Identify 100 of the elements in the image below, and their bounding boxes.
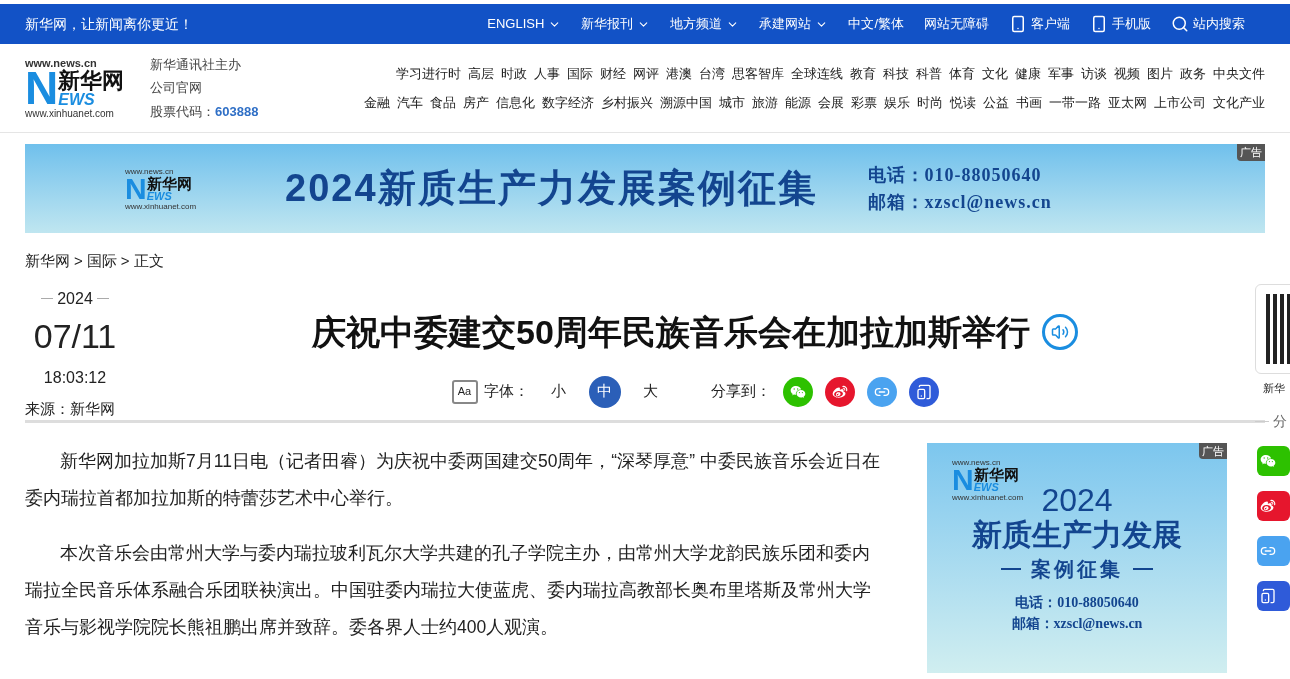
channel-link[interactable]: 健康: [1015, 64, 1041, 84]
top-nav-link[interactable]: 中文/繁体: [848, 14, 904, 34]
weibo-icon: [831, 383, 848, 400]
channel-link[interactable]: 上市公司: [1154, 92, 1206, 112]
font-size-option[interactable]: 小: [542, 375, 575, 408]
channel-link[interactable]: 全球连线: [791, 64, 843, 84]
channel-link[interactable]: 彩票: [851, 92, 877, 112]
date-year: 2024: [57, 288, 93, 309]
breadcrumb-link[interactable]: 国际: [86, 250, 117, 273]
ad-phone: 电话：010-88050640: [1015, 593, 1139, 612]
channel-link[interactable]: 文化产业: [1213, 92, 1265, 112]
tablet-icon: [915, 383, 932, 400]
top-nav-link[interactable]: ENGLISH: [487, 14, 562, 34]
weibo-icon: [1260, 497, 1276, 514]
channel-link[interactable]: 图片: [1147, 64, 1173, 84]
banner-title: 2024新质生产力发展案例征集: [285, 166, 818, 211]
logo-url: www.xinhuanet.com: [952, 492, 1022, 502]
channel-link[interactable]: 视频: [1114, 64, 1140, 84]
logo-letter: N: [125, 176, 147, 202]
logo-url: www.news.cn: [25, 56, 98, 69]
ad-email: 邮箱：xzscl@news.cn: [1011, 614, 1143, 633]
logo-url: www.xinhuanet.com: [25, 108, 115, 120]
logo-url: www.news.cn: [952, 457, 1002, 467]
channel-link[interactable]: 科普: [916, 64, 942, 84]
mobile-share-button[interactable]: [1257, 580, 1290, 611]
weibo-share-button[interactable]: [1257, 490, 1290, 521]
channel-link[interactable]: 乡村振兴: [601, 92, 653, 112]
channel-link[interactable]: 中央文件: [1213, 64, 1265, 84]
channel-link[interactable]: 国际: [567, 64, 593, 84]
top-nav-link[interactable]: 客户端: [1009, 13, 1070, 35]
breadcrumb-link[interactable]: 正文: [133, 250, 164, 273]
font-size-label: 字体：: [483, 381, 529, 402]
top-nav-link[interactable]: 地方频道: [670, 14, 740, 34]
org-text: 新华通讯社主办: [150, 55, 242, 74]
channel-link[interactable]: 财经: [600, 64, 626, 84]
channel-link[interactable]: 信息化: [496, 92, 535, 112]
channel-link[interactable]: 台湾: [699, 64, 725, 84]
channel-link[interactable]: 访谈: [1081, 64, 1107, 84]
ad-badge: 广告: [1237, 144, 1265, 161]
channel-link[interactable]: 数字经济: [542, 92, 594, 112]
breadcrumb-link[interactable]: 新华网: [25, 250, 70, 273]
channel-link[interactable]: 公益: [983, 92, 1009, 112]
channel-link[interactable]: 军事: [1048, 64, 1074, 84]
channel-link[interactable]: 房产: [463, 92, 489, 112]
channel-link[interactable]: 高层: [468, 64, 494, 84]
article-paragraph: 本次音乐会由常州大学与委内瑞拉玻利瓦尔大学共建的孔子学院主办，由常州大学龙韵民族乐团和委内瑞拉全民音乐体系融合乐团联袂演出。中国驻委内瑞拉大使蓝虎、委内瑞拉高教部长奥布里塔斯及常州大学音乐与影视学院院长熊祖鹏出席并致辞。委各界人士约400人观演。: [25, 541, 872, 639]
channel-link[interactable]: 科技: [883, 64, 909, 84]
top-nav-link[interactable]: 承建网站: [759, 14, 829, 34]
banner-phone: 电话：010-88050640: [867, 163, 1043, 187]
channel-link[interactable]: 港澳: [666, 64, 692, 84]
channel-link[interactable]: 政务: [1180, 64, 1206, 84]
channel-link[interactable]: 悦读: [950, 92, 976, 112]
stock-code: 603888: [215, 102, 259, 121]
logo-letter: N: [25, 68, 59, 109]
top-nav-link[interactable]: 新华报刊: [581, 14, 651, 34]
search-icon: [1171, 15, 1189, 33]
channel-link[interactable]: 学习进行时: [396, 64, 461, 84]
channel-link[interactable]: 城市: [719, 92, 745, 112]
channel-link[interactable]: 金融: [364, 92, 390, 112]
channel-link[interactable]: 旅游: [752, 92, 778, 112]
channel-link[interactable]: 亚太网: [1108, 92, 1147, 112]
channel-link[interactable]: 书画: [1016, 92, 1042, 112]
channel-link[interactable]: 能源: [785, 92, 811, 112]
channel-link[interactable]: 思客智库: [732, 64, 784, 84]
top-nav-link[interactable]: 手机版: [1090, 13, 1151, 35]
channel-link[interactable]: 汽车: [397, 92, 423, 112]
article-paragraph: 新华网加拉加斯7月11日电（记者田睿）为庆祝中委两国建交50周年，“深琴厚意” 中委民族音乐会近日在委内瑞拉首都加拉加斯的特蕾莎艺术中心举行。: [25, 449, 881, 510]
channel-link[interactable]: 教育: [850, 64, 876, 84]
channel-link[interactable]: 体育: [949, 64, 975, 84]
channel-link[interactable]: 人事: [534, 64, 560, 84]
top-nav-link[interactable]: 站内搜索: [1171, 14, 1245, 34]
link-share-button[interactable]: [1257, 535, 1290, 566]
channel-link[interactable]: 一带一路: [1049, 92, 1101, 112]
weibo-share-button[interactable]: [824, 376, 855, 407]
wechat-share-button[interactable]: [1257, 445, 1290, 476]
channel-link[interactable]: 娱乐: [884, 92, 910, 112]
channel-link[interactable]: 时尚: [917, 92, 943, 112]
audio-button[interactable]: [1041, 314, 1078, 350]
channel-link[interactable]: 食品: [430, 92, 456, 112]
logo-letter: N: [952, 467, 974, 493]
logo-url: www.xinhuanet.com: [125, 201, 195, 211]
channel-link[interactable]: 网评: [633, 64, 659, 84]
logo-letters: EWS: [146, 190, 172, 202]
tablet-icon: [1260, 587, 1276, 604]
logo-name: 新华网: [973, 466, 1019, 482]
channel-link[interactable]: 会展: [818, 92, 844, 112]
mobile-share-button[interactable]: [908, 376, 939, 407]
org-text: 公司官网: [150, 79, 203, 98]
font-size-option[interactable]: 中: [588, 375, 621, 408]
link-share-button[interactable]: [866, 376, 897, 407]
date-day: 07/11: [33, 310, 117, 361]
channel-link[interactable]: 时政: [501, 64, 527, 84]
logo-letters: EWS: [58, 92, 96, 109]
ad-year: 2024: [1041, 483, 1113, 516]
top-nav-link[interactable]: 网站无障碍: [924, 14, 989, 34]
wechat-share-button[interactable]: [782, 376, 813, 407]
channel-link[interactable]: 文化: [982, 64, 1008, 84]
breadcrumb-separator: >: [74, 251, 83, 271]
channel-link[interactable]: 溯源中国: [660, 92, 712, 112]
font-size-option[interactable]: 大: [634, 375, 667, 408]
